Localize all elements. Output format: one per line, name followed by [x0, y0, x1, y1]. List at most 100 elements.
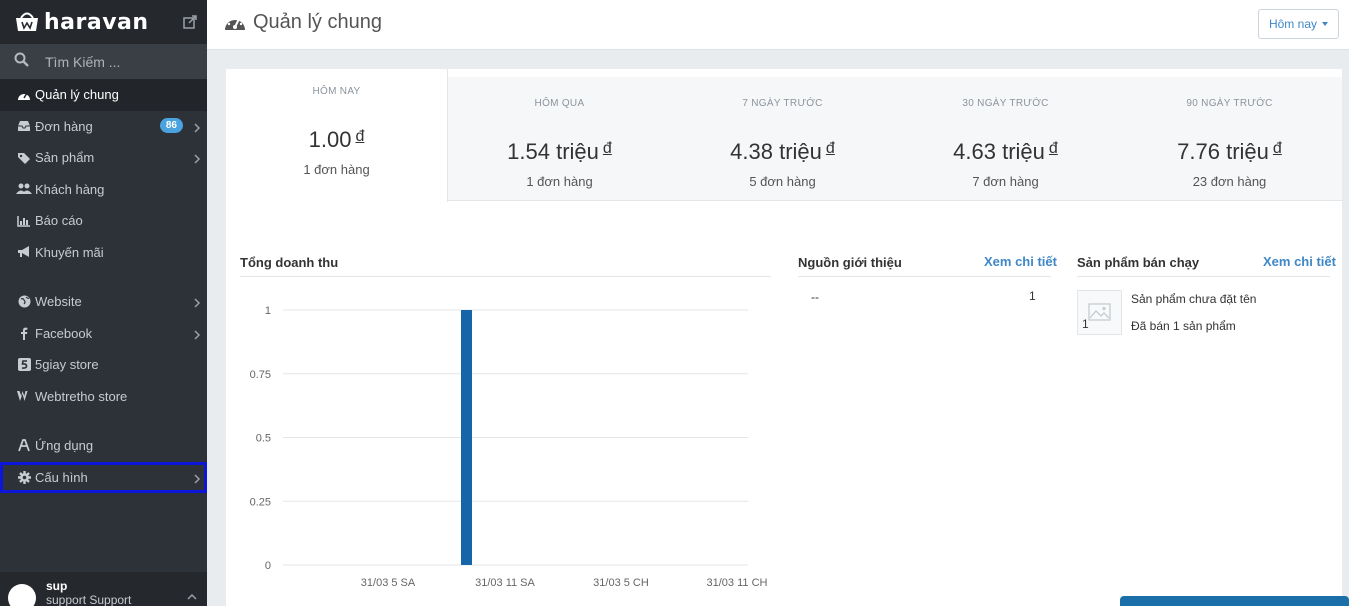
stat-amount-value: 4.38 triệu: [730, 139, 822, 164]
nav-spacer: [0, 268, 207, 286]
inbox-icon: [16, 119, 32, 133]
top-header: Quản lý chung Hôm nay: [207, 0, 1349, 50]
sidebar-item-promotions[interactable]: Khuyến mãi: [0, 237, 207, 269]
revenue-title: Tổng doanh thu: [240, 255, 339, 270]
sidebar-item-label: Facebook: [35, 325, 93, 341]
brand-name[interactable]: haravan: [44, 10, 149, 35]
gear-icon: [16, 470, 32, 484]
caret-down-icon: [1322, 22, 1328, 26]
sidebar-item-products[interactable]: Sản phẩm: [0, 142, 207, 174]
globe-icon: [16, 295, 32, 309]
chevron-right-icon: [193, 328, 201, 340]
webtretho-icon: [16, 389, 32, 403]
stat-tab-30-days[interactable]: 30 NGÀY TRƯỚC 4.63 triệu đ 7 đơn hàng: [894, 77, 1117, 201]
bestsellers-view-details-link[interactable]: Xem chi tiết: [1263, 254, 1336, 269]
referrals-view-details-link[interactable]: Xem chi tiết: [984, 254, 1057, 269]
product-name[interactable]: Sản phẩm chưa đặt tên: [1131, 292, 1256, 306]
sidebar-item-facebook[interactable]: Facebook: [0, 318, 207, 350]
stat-tab-90-days[interactable]: 90 NGÀY TRƯỚC 7.76 triệu đ 23 đơn hàng: [1117, 77, 1342, 201]
sidebar-item-label: Quản lý chung: [35, 87, 119, 103]
chevron-right-icon: [193, 152, 201, 164]
nav-spacer: [0, 412, 207, 430]
bestsellers-divider: [1077, 276, 1330, 277]
sidebar-item-5giay[interactable]: 5giay store: [0, 349, 207, 381]
stat-label: 30 NGÀY TRƯỚC: [962, 98, 1049, 109]
currency-symbol: đ: [825, 140, 835, 157]
sidebar-item-orders[interactable]: Đơn hàng 86: [0, 111, 207, 143]
stat-orders: 23 đơn hàng: [1192, 174, 1267, 189]
tags-icon: [16, 151, 32, 165]
y-tick-label: 1: [265, 305, 271, 317]
stat-tab-yesterday[interactable]: HÔM QUA 1.54 triệu đ 1 đơn hàng: [448, 77, 671, 201]
dashboard-icon: [224, 12, 246, 32]
stat-amount: 1.00 đ: [226, 127, 447, 153]
sidebar-search: [0, 44, 207, 79]
facebook-icon: [16, 326, 32, 340]
sidebar-item-webtretho[interactable]: Webtretho store: [0, 381, 207, 413]
sidebar-item-label: Ứng dụng: [35, 438, 94, 454]
external-link-icon[interactable]: [183, 15, 197, 29]
bestsellers-title: Sản phẩm bán chạy: [1077, 255, 1200, 270]
haravan-logo-icon: [14, 11, 40, 33]
chevron-up-icon[interactable]: [187, 588, 197, 600]
currency-symbol: đ: [1272, 140, 1282, 157]
currency-symbol: đ: [602, 140, 612, 157]
stat-label: 90 NGÀY TRƯỚC: [1186, 98, 1273, 109]
stat-amount: 7.76 triệu đ: [1117, 139, 1342, 165]
period-dropdown[interactable]: Hôm nay: [1257, 9, 1339, 39]
sidebar-item-label: Cấu hình: [35, 469, 88, 485]
chat-widget-tab[interactable]: [1120, 596, 1349, 606]
sidebar-item-label: Đơn hàng: [35, 118, 93, 134]
period-label: Hôm nay: [1268, 17, 1317, 31]
stat-tab-today[interactable]: HÔM NAY 1.00 đ 1 đơn hàng: [226, 69, 448, 202]
stat-orders: 1 đơn hàng: [526, 174, 593, 189]
dashboard-icon: [16, 88, 32, 102]
orders-count-badge: 86: [159, 117, 183, 133]
logo-bar: haravan: [0, 0, 207, 44]
5giay-icon: [16, 358, 32, 372]
y-tick-label: 0.5: [256, 433, 271, 445]
users-icon: [16, 182, 32, 196]
sidebar-item-label: Khách hàng: [35, 181, 105, 197]
stat-amount-value: 7.76 triệu: [1177, 139, 1269, 164]
y-tick-label: 0.75: [250, 369, 271, 381]
y-tick-label: 0.25: [250, 496, 271, 508]
sidebar-item-dashboard[interactable]: Quản lý chung: [0, 79, 207, 111]
stat-amount: 4.63 triệu đ: [894, 139, 1117, 165]
chevron-right-icon: [193, 472, 201, 484]
stat-orders: 1 đơn hàng: [303, 162, 370, 177]
revenue-chart: 0 0.25 0.5 0.75 1 31/03 5 SA 31/03 11 SA 31/03 …: [250, 305, 768, 589]
sidebar-item-label: Báo cáo: [35, 213, 83, 229]
product-quantity: 1: [1082, 317, 1089, 331]
referral-count: 1: [1029, 289, 1036, 303]
stat-tab-7-days[interactable]: 7 NGÀY TRƯỚC 4.38 triệu đ 5 đơn hàng: [671, 77, 894, 201]
referrals-divider: [798, 276, 1051, 277]
stats-tabs: HÔM NAY 1.00 đ 1 đơn hàng HÔM QUA 1.54 tr…: [226, 69, 1342, 202]
stat-label: HÔM QUA: [534, 98, 585, 109]
x-tick-label: 31/03 11 SA: [475, 577, 535, 589]
sidebar-item-settings[interactable]: Cấu hình: [0, 461, 207, 493]
y-tick-label: 0: [265, 560, 271, 572]
product-sold-count: Đã bán 1 sản phẩm: [1131, 319, 1236, 333]
stat-orders: 7 đơn hàng: [972, 174, 1039, 189]
stat-label: 7 NGÀY TRƯỚC: [742, 98, 823, 109]
page-title: Quản lý chung: [253, 11, 382, 33]
search-icon: [14, 52, 29, 72]
user-menu[interactable]: sup support Support: [0, 572, 207, 606]
sidebar-item-apps[interactable]: Ứng dụng: [0, 430, 207, 462]
chevron-right-icon: [193, 121, 201, 133]
bullhorn-icon: [16, 245, 32, 259]
currency-symbol: đ: [355, 128, 365, 145]
stat-amount-value: 1.00: [308, 127, 352, 152]
sidebar-item-label: Khuyến mãi: [35, 244, 104, 260]
dashboard-card: HÔM NAY 1.00 đ 1 đơn hàng HÔM QUA 1.54 tr…: [226, 69, 1342, 606]
user-info: sup support Support: [46, 580, 131, 606]
currency-symbol: đ: [1048, 140, 1058, 157]
x-tick-label: 31/03 5 SA: [361, 577, 416, 589]
sidebar-item-website[interactable]: Website: [0, 286, 207, 318]
sidebar-item-reports[interactable]: Báo cáo: [0, 205, 207, 237]
sidebar-item-customers[interactable]: Khách hàng: [0, 174, 207, 206]
sidebar: haravan Quản lý chung Đơn: [0, 0, 207, 606]
stat-amount: 1.54 triệu đ: [448, 139, 671, 165]
search-input[interactable]: [45, 53, 185, 70]
